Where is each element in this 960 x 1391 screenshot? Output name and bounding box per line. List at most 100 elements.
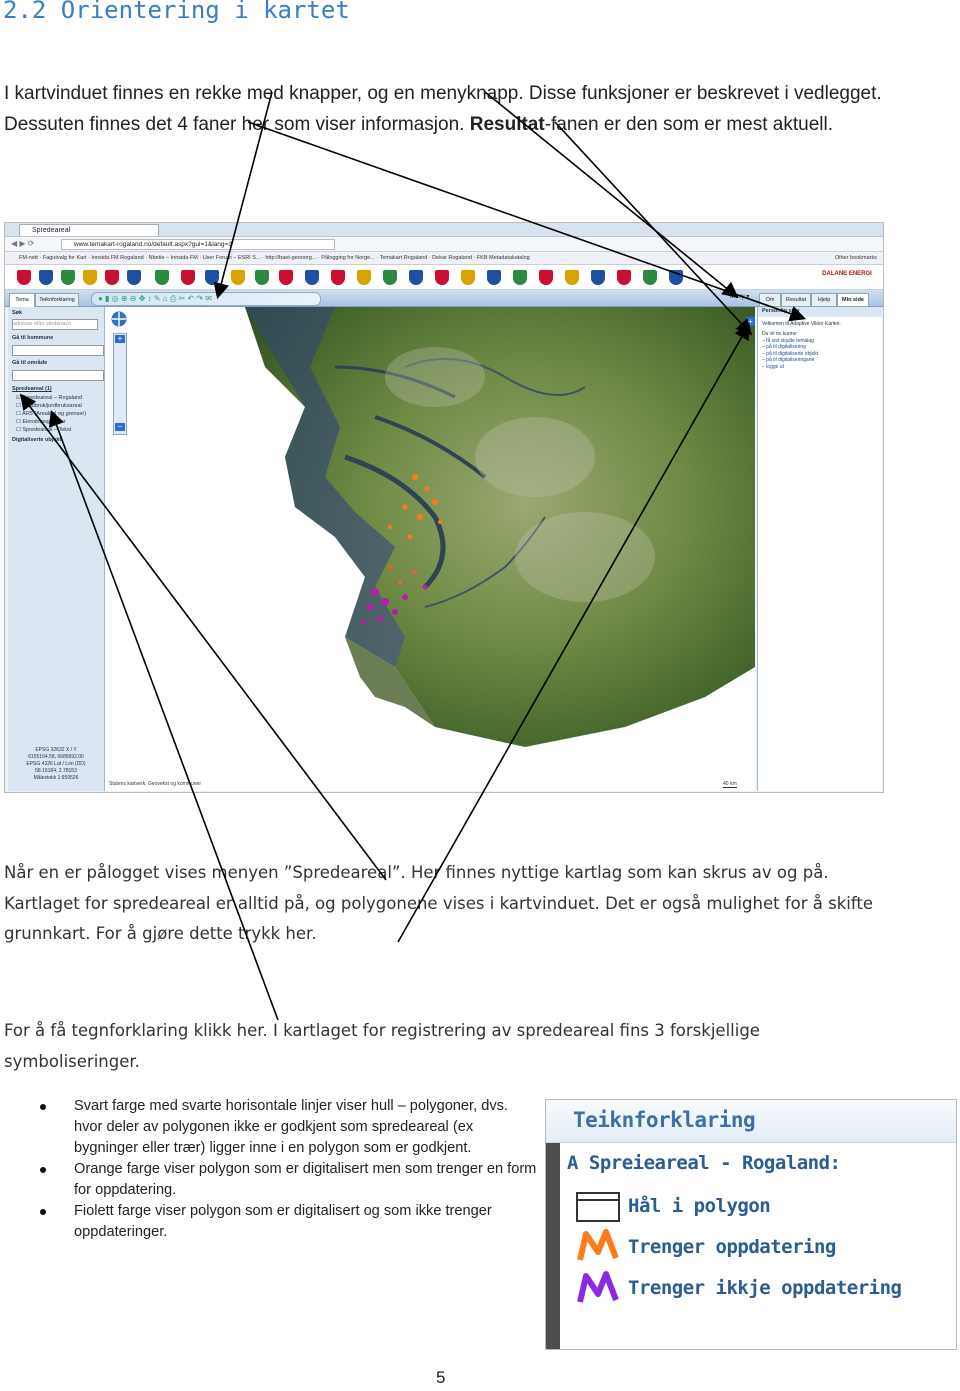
- crest-icon[interactable]: [83, 270, 97, 285]
- search-label: Søk: [12, 310, 23, 316]
- nav-arrows-icon[interactable]: ◀ ▶ ⟳: [11, 239, 34, 248]
- coord-line: EPSG 4326 Lat / Lon (DD): [26, 761, 86, 767]
- crest-icon[interactable]: [105, 270, 119, 285]
- layer-row[interactable]: ☐ AR5 (Arealdel og grenser): [16, 410, 86, 418]
- map-app-screenshot: Spredeareal ◀ ▶ ⟳ www.temakart-rogaland.…: [4, 222, 884, 793]
- page-number: 5: [436, 1368, 446, 1387]
- address-field[interactable]: www.temakart-rogaland.no/default.aspx?gu…: [61, 239, 335, 250]
- satellite-map-image: [245, 307, 755, 747]
- crest-icon[interactable]: [17, 270, 31, 285]
- zoom-in-icon[interactable]: +: [115, 335, 125, 343]
- crest-icon[interactable]: [357, 270, 371, 285]
- section-heading: 2.2 Orientering i kartet: [3, 0, 350, 24]
- crest-icon[interactable]: [669, 270, 683, 285]
- layer-label: Spredeareal – Tekst: [22, 427, 72, 433]
- crest-icon[interactable]: [61, 270, 75, 285]
- layer-row[interactable]: ☐ Landbruk/jordbruksareal: [16, 402, 82, 410]
- legend-title: Teiknforklaring: [573, 1108, 756, 1132]
- layer-row[interactable]: ☐ Spredeareal – Tekst: [16, 426, 71, 434]
- symbolization-list: Svart farge med svarte horisontale linje…: [40, 1096, 540, 1243]
- other-bookmarks[interactable]: Other bookmarks: [835, 252, 877, 264]
- crest-icon[interactable]: [461, 270, 475, 285]
- crest-icon[interactable]: [205, 270, 219, 285]
- crest-icon[interactable]: [617, 270, 631, 285]
- crest-icon[interactable]: [539, 270, 553, 285]
- crest-icon[interactable]: [409, 270, 423, 285]
- list-item: Orange farge viser polygon som er digita…: [40, 1159, 540, 1201]
- pan-control[interactable]: [109, 309, 129, 329]
- crest-icon[interactable]: [305, 270, 319, 285]
- zoom-tools-icon[interactable]: ● ▮ ◎ ⊕ ⊖ ✥ ↕ ✎ ⌂ ⎙ ✂ ↶ ↷ ✉: [98, 294, 212, 304]
- crest-icon[interactable]: [643, 270, 657, 285]
- crest-icon[interactable]: [279, 270, 293, 285]
- layer-label: Eiendomsgrenser: [22, 419, 66, 425]
- layer-row[interactable]: ☑ Spredeareal – Rogaland: [16, 394, 82, 402]
- go-to-area-label: Gå til område: [12, 360, 48, 366]
- digitized-objects-label[interactable]: Digitaliserte objekt: [12, 436, 61, 444]
- result-panel: Personlig side Velkomen til Adaptive Vik…: [757, 307, 882, 791]
- bookmarks-list[interactable]: FM-nett · Fagutvalg for Kart · Innsida F…: [19, 252, 779, 264]
- crest-icon[interactable]: [435, 270, 449, 285]
- coord-line: 6155164.58, 6685692.00: [28, 754, 84, 760]
- legend-header: Teiknforklaring: [546, 1100, 956, 1143]
- browser-tab[interactable]: Spredeareal: [19, 224, 159, 236]
- tab-tema[interactable]: Tema: [9, 293, 35, 308]
- crest-icon[interactable]: [487, 270, 501, 285]
- go-to-municipality-label: Gå til kommune: [12, 335, 54, 341]
- crest-icon[interactable]: [127, 270, 141, 285]
- intro-text-2: -fanen er den som er mest aktuell.: [544, 114, 834, 135]
- layers-sidebar: Søk adresse eller stedsnavn Gå til kommu…: [8, 307, 105, 791]
- expand-panel-icon[interactable]: +: [746, 317, 755, 326]
- tab-hjelp[interactable]: Hjelp: [811, 293, 837, 307]
- municipality-crests-bar: DALANE ENERGI: [5, 265, 883, 290]
- search-input[interactable]: adresse eller stedsnavn: [12, 319, 98, 330]
- bookmarks-bar: FM-nett · Fagutvalg for Kart · Innsida F…: [5, 252, 883, 265]
- option-link[interactable]: – logge ut: [762, 364, 878, 371]
- coord-line: Målestokk 1:959526: [33, 775, 79, 781]
- crest-icon[interactable]: [181, 270, 195, 285]
- coord-line: EPSG 32632 X / Y: [35, 747, 77, 753]
- crest-icon[interactable]: [255, 270, 269, 285]
- coord-line: 58.16184, 2.78153: [35, 768, 77, 774]
- purple-polygon-symbol-icon: [577, 1271, 619, 1303]
- crest-icon[interactable]: [513, 270, 527, 285]
- crest-icon[interactable]: [591, 270, 605, 285]
- tab-om[interactable]: Om: [759, 293, 781, 307]
- crest-icon[interactable]: [383, 270, 397, 285]
- legend-row-purple: Trenger ikkje oppdatering: [628, 1277, 902, 1299]
- crest-icon[interactable]: [565, 270, 579, 285]
- welcome-text: Velkomen til Adaptive Viktor Karlen.: [762, 321, 841, 327]
- map-tools-toolbar[interactable]: ● ▮ ◎ ⊕ ⊖ ✥ ↕ ✎ ⌂ ⎙ ✂ ↶ ↷ ✉: [91, 292, 321, 306]
- tab-teiknforklaring[interactable]: Teiknforklaring: [35, 293, 79, 307]
- hole-symbol-icon: [576, 1192, 620, 1222]
- tab-resultat[interactable]: Resultat: [781, 293, 811, 307]
- crest-icon[interactable]: [331, 270, 345, 285]
- zoom-out-icon[interactable]: −: [115, 423, 125, 431]
- intro-bold-resultat: Resultat: [469, 114, 545, 135]
- right-tabs: Om Resultat Hjelp Min side: [757, 293, 881, 307]
- area-select[interactable]: [12, 370, 104, 381]
- crest-icon[interactable]: [231, 270, 245, 285]
- layer-row[interactable]: ☐ Eiendomsgrenser: [16, 418, 66, 426]
- app-toolbar: Tema Teiknforklaring ● ▮ ◎ ⊕ ⊖ ✥ ↕ ✎ ⌂ ⎙…: [5, 290, 883, 308]
- crest-icon[interactable]: [155, 270, 169, 285]
- paragraph-legend: For å få tegnforklaring klikk her. I kar…: [4, 1021, 760, 1071]
- municipality-select[interactable]: [12, 345, 104, 356]
- map-view[interactable]: + − + Statens kartverk, Geovekst og komm…: [105, 307, 755, 791]
- menu-button[interactable]: Meny ▾: [730, 293, 749, 300]
- coordinate-readout: EPSG 32632 X / Y 6155164.58, 6685692.00 …: [8, 747, 104, 782]
- map-credit: Statens kartverk, Geovekst og kommuner: [109, 781, 201, 787]
- browser-tabbar: Spredeareal: [5, 223, 883, 237]
- spreadarea-menu-title[interactable]: Spredeareal (1): [12, 385, 52, 393]
- legend-row-orange: Trenger oppdatering: [628, 1236, 836, 1258]
- orange-polygon-symbol-icon: [577, 1229, 619, 1261]
- zoom-slider[interactable]: + −: [113, 333, 127, 435]
- layer-label: Landbruk/jordbruksareal: [22, 403, 82, 409]
- list-item: Fiolett farge viser polygon som er digit…: [40, 1201, 540, 1243]
- scale-bar: 40 km: [723, 781, 737, 788]
- tab-min-side[interactable]: Min side: [837, 293, 869, 307]
- layer-label: AR5 (Arealdel og grenser): [22, 411, 87, 417]
- list-item: Svart farge med svarte horisontale linje…: [40, 1096, 540, 1159]
- intro-paragraph: I kartvinduet finnes en rekke med knappe…: [4, 78, 904, 140]
- crest-icon[interactable]: [39, 270, 53, 285]
